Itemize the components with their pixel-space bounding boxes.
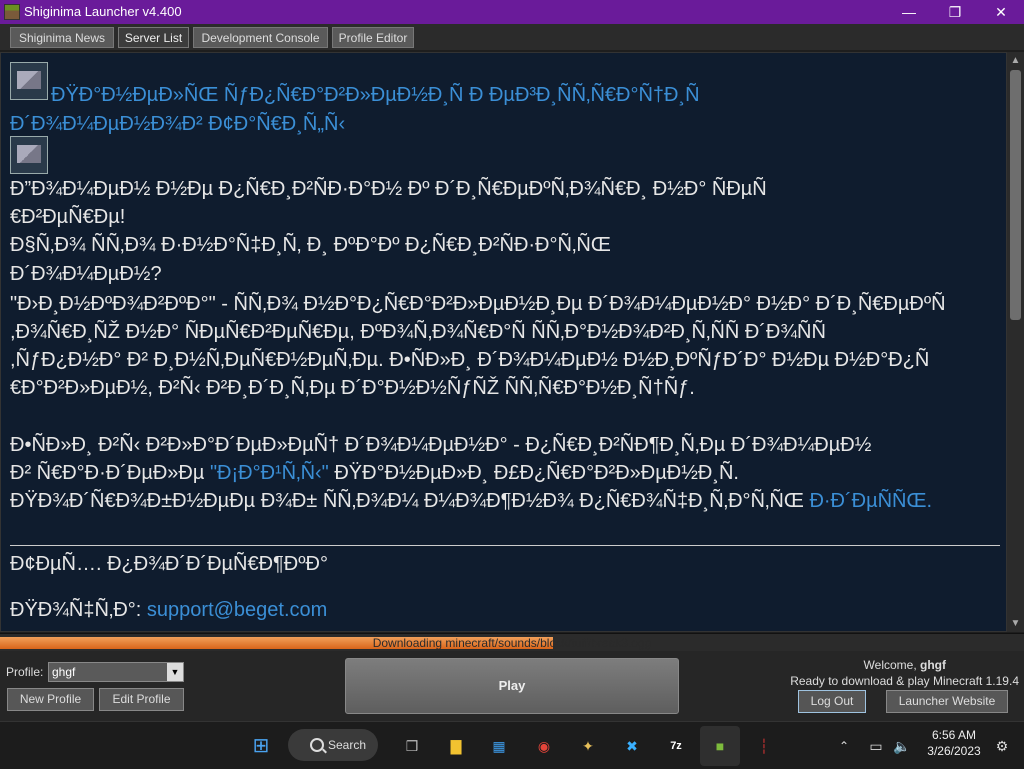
support-email-link[interactable]: support@beget.com [147,599,327,621]
minecraft-icon [4,4,20,20]
paragraph-text: €Ð°Ð²Ð»ÐµÐ½, Ð²Ñ‹ Ð²Ð¸Ð´Ð¸Ñ‚Ðµ Ð´Ð°Ð½Ð½Ñ… [10,377,695,399]
launcher-panel: Profile: ghgf ▼ New Profile Edit Profile… [0,651,1024,721]
mail-label: ÐŸÐ¾Ñ‡Ñ‚Ð°: [10,599,147,621]
paragraph-text: Ð² Ñ€Ð°Ð·Ð´ÐµÐ»Ðµ "Ð¡Ð°Ð¹Ñ‚Ñ‹" ÐŸÐ°Ð½ÐµÐ… [10,462,739,485]
paragraph-text: ÐŸÐ¾Ð´Ñ€Ð¾Ð±Ð½ÐµÐµ Ð¾Ð± ÑÑ‚Ð¾Ð¼ Ð¼Ð¾Ð¶Ð½… [10,490,810,512]
edit-profile-button[interactable]: Edit Profile [99,688,184,711]
log-out-button[interactable]: Log Out [798,690,866,713]
welcome-username: ghgf [920,658,946,672]
scroll-up-icon[interactable]: ▲ [1007,52,1024,69]
volume-icon[interactable]: 🔈 [890,734,914,758]
paragraph-text: Ð”Ð¾Ð¼ÐµÐ½ Ð½Ðµ Ð¿Ñ€Ð¸Ð²ÑÐ·Ð°Ð½ Ðº Ð´Ð¸Ñ… [10,178,767,200]
7zip-icon[interactable]: 7z [664,734,688,758]
paragraph-text: ÐŸÐ¾Ð´Ñ€Ð¾Ð±Ð½ÐµÐµ Ð¾Ð± ÑÑ‚Ð¾Ð¼ Ð¼Ð¾Ð¶Ð½… [10,490,932,513]
profile-select[interactable]: ghgf ▼ [48,662,184,682]
sites-link[interactable]: "Ð¡Ð°Ð¹Ñ‚Ñ‹" [210,462,329,484]
launcher-website-button[interactable]: Launcher Website [886,690,1008,713]
new-profile-button[interactable]: New Profile [7,688,94,711]
windows-taskbar: ⊞ Search ❒ ▇ ▦ ◉ ✦ ✖ 7z ■ ┆ ⌃ ▭ 🔈 6:56 A… [0,721,1024,769]
paragraph-text: €Ð²ÐµÑ€Ðµ! [10,206,126,228]
maximize-button[interactable]: ❐ [932,0,978,24]
close-button[interactable]: ✕ [978,0,1024,24]
taskbar-search[interactable]: Search [288,729,378,761]
tab-server-list[interactable]: Server List [118,27,189,48]
mail-line: ÐŸÐ¾Ñ‡Ñ‚Ð°: support@beget.com [10,599,327,622]
paragraph-text: Ð§Ñ‚Ð¾ ÑÑ‚Ð¾ Ð·Ð½Ð°Ñ‡Ð¸Ñ‚ Ð¸ ÐºÐ°Ðº Ð¿Ñ€… [10,234,611,256]
tab-bar: Shiginima News Server List Development C… [0,24,1024,50]
scroll-thumb[interactable] [1010,70,1021,320]
heading-link-2[interactable]: Ð´Ð¾Ð¼ÐµÐ½Ð¾Ð² Ð¢Ð°Ñ€Ð¸Ñ„Ñ‹ [10,113,345,136]
file-explorer-icon[interactable]: ▇ [444,734,468,758]
xcode-icon[interactable]: ✖ [620,734,644,758]
profile-select-value: ghgf [52,665,76,679]
paragraph-text: Ð´Ð¾Ð¼ÐµÐ½? [10,263,162,285]
welcome-text: Welcome, ghgf [750,658,946,672]
vertical-scrollbar[interactable]: ▲ ▼ [1007,52,1024,632]
notification-icon[interactable]: ⚙ [990,734,1014,758]
scroll-down-icon[interactable]: ▼ [1007,615,1024,632]
tab-profile-editor[interactable]: Profile Editor [332,27,414,48]
paragraph-text: ,ÑƒÐ¿Ð½Ð° Ð² Ð¸Ð½Ñ‚ÐµÑ€Ð½ÐµÑ‚Ðµ. Ð•ÑÐ»Ð¸… [10,349,930,371]
paragraph-text: "Ð›Ð¸Ð½ÐºÐ¾Ð²ÐºÐ°" - ÑÑ‚Ð¾ Ð½Ð°Ð¿Ñ€Ð°Ð²Ð… [10,293,946,315]
chevron-down-icon[interactable]: ▼ [167,663,183,681]
store-icon[interactable]: ▦ [487,734,511,758]
search-label: Search [328,738,367,752]
task-view-icon[interactable]: ❒ [400,734,424,758]
broken-image-icon [10,136,48,174]
tab-development-console[interactable]: Development Console [193,27,328,48]
status-text: Ready to download & play Minecraft 1.19.… [790,674,1019,688]
app-icon[interactable]: ✦ [576,734,600,758]
app2-icon[interactable]: ┆ [752,734,776,758]
minimize-button[interactable]: — [886,0,932,24]
broken-image-icon [10,62,48,100]
details-link[interactable]: Ð·Ð´ÐµÑÑŒ. [809,490,932,512]
chevron-up-icon[interactable]: ⌃ [832,734,856,758]
divider [10,545,1000,546]
clock-time[interactable]: 6:56 AM [924,728,984,742]
chrome-icon[interactable]: ◉ [532,734,556,758]
paragraph-text: Ð² Ñ€Ð°Ð·Ð´ÐµÐ»Ðµ [10,462,210,484]
profile-label: Profile: [6,665,44,679]
paragraph-text: ÐŸÐ°Ð½ÐµÐ»Ð¸ Ð£Ð¿Ñ€Ð°Ð²Ð»ÐµÐ½Ð¸Ñ. [328,462,739,484]
news-content: ÐŸÐ°Ð½ÐµÐ»ÑŒ ÑƒÐ¿Ñ€Ð°Ð²Ð»ÐµÐ½Ð¸Ñ Ð ÐµÐ³Ð… [0,52,1007,632]
minecraft-icon[interactable]: ■ [708,734,732,758]
tab-shiginima-news[interactable]: Shiginima News [10,27,114,48]
windows-start-icon[interactable]: ⊞ [249,734,273,758]
window-titlebar: Shiginima Launcher v4.400 — ❐ ✕ [0,0,1024,24]
window-title: Shiginima Launcher v4.400 [24,4,182,19]
network-icon[interactable]: ▭ [864,734,888,758]
search-icon [310,738,324,752]
play-button[interactable]: Play [345,658,679,714]
clock-date[interactable]: 3/26/2023 [916,744,992,758]
heading-link[interactable]: ÐŸÐ°Ð½ÐµÐ»ÑŒ ÑƒÐ¿Ñ€Ð°Ð²Ð»ÐµÐ½Ð¸Ñ Ð ÐµÐ³Ð… [51,84,700,107]
paragraph-text: ,Ð¾Ñ€Ð¸ÑŽ Ð½Ð° ÑÐµÑ€Ð²ÐµÑ€Ðµ, ÐºÐ¾Ñ‚Ð¾Ñ€… [10,321,826,343]
welcome-prefix: Welcome, [863,658,920,672]
support-title: Ð¢ÐµÑ…. Ð¿Ð¾Ð´Ð´ÐµÑ€Ð¶ÐºÐ° [10,553,328,575]
paragraph-text: Ð•ÑÐ»Ð¸ Ð²Ñ‹ Ð²Ð»Ð°Ð´ÐµÐ»ÐµÑ† Ð´Ð¾Ð¼ÐµÐ½… [10,434,872,456]
progress-text: Downloading minecraft/sounds/block/tuff/… [372,636,652,650]
download-progress-bar: Downloading minecraft/sounds/block/tuff/… [0,633,1024,652]
